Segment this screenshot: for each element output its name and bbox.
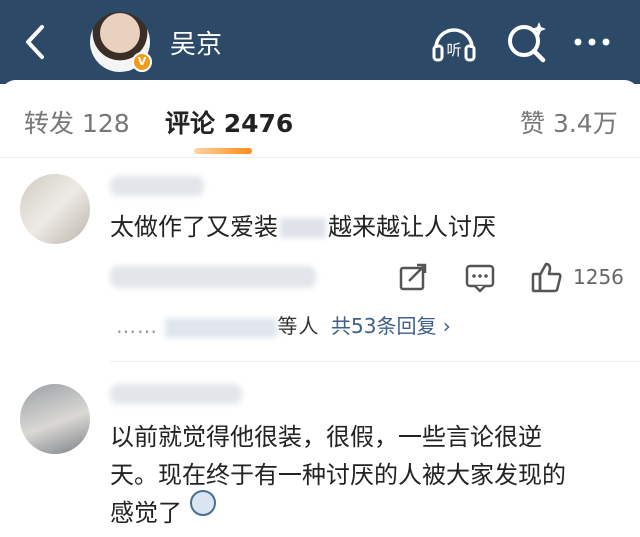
share-icon[interactable] bbox=[396, 260, 430, 294]
commenter-avatar[interactable] bbox=[20, 174, 90, 244]
user-name[interactable]: 吴京 bbox=[170, 24, 222, 61]
commenter-avatar[interactable] bbox=[20, 384, 90, 454]
tab-divider bbox=[0, 157, 640, 158]
like-count: 1256 bbox=[573, 265, 624, 289]
search-sparkle-icon[interactable] bbox=[503, 18, 551, 66]
listen-icon[interactable]: 听 bbox=[430, 18, 478, 66]
comment-icon[interactable] bbox=[463, 260, 497, 294]
listen-label: 听 bbox=[446, 41, 461, 59]
comment-line: 以前就觉得他很装，很假，一些言论很逆 bbox=[110, 423, 542, 451]
top-bar: V 吴京 听 bbox=[0, 0, 640, 84]
blurred-username bbox=[110, 176, 204, 196]
crying-emoji-icon bbox=[190, 490, 216, 516]
blurred-reply-names bbox=[165, 317, 278, 338]
more-icon[interactable] bbox=[568, 18, 616, 66]
comment-line: 天。现在终于有一种讨厌的人被大家发现的 bbox=[110, 461, 566, 489]
comment-text-part: 太做作了又爱装 bbox=[110, 213, 278, 241]
tab-repost[interactable]: 转发 128 bbox=[24, 104, 130, 140]
tab-comment[interactable]: 评论 2476 bbox=[165, 104, 293, 140]
view-replies-link[interactable]: 共53条回复 › bbox=[331, 310, 451, 339]
comment-text-part: 越来越让人讨厌 bbox=[328, 213, 496, 241]
thumbs-up-icon[interactable] bbox=[530, 260, 564, 294]
blurred-emoji bbox=[280, 218, 326, 238]
comment-line: 感觉了 bbox=[110, 499, 182, 527]
tab-like[interactable]: 赞 3.4万 bbox=[520, 104, 618, 140]
blurred-meta bbox=[110, 266, 316, 288]
comment-text: 以前就觉得他很装，很假，一些言论很逆 天。现在终于有一种讨厌的人被大家发现的 感… bbox=[110, 418, 566, 532]
comment-divider bbox=[110, 361, 640, 362]
reply-mid: 等人 bbox=[277, 314, 320, 338]
blurred-username bbox=[110, 384, 242, 404]
reply-summary: …… 等人 bbox=[116, 310, 319, 339]
active-tab-indicator bbox=[194, 148, 252, 154]
comment-text: 太做作了又爱装 越来越让人讨厌 bbox=[110, 208, 496, 246]
reply-prefix: …… bbox=[116, 314, 158, 338]
back-chevron-icon[interactable] bbox=[18, 22, 52, 62]
verified-badge: V bbox=[132, 52, 152, 72]
